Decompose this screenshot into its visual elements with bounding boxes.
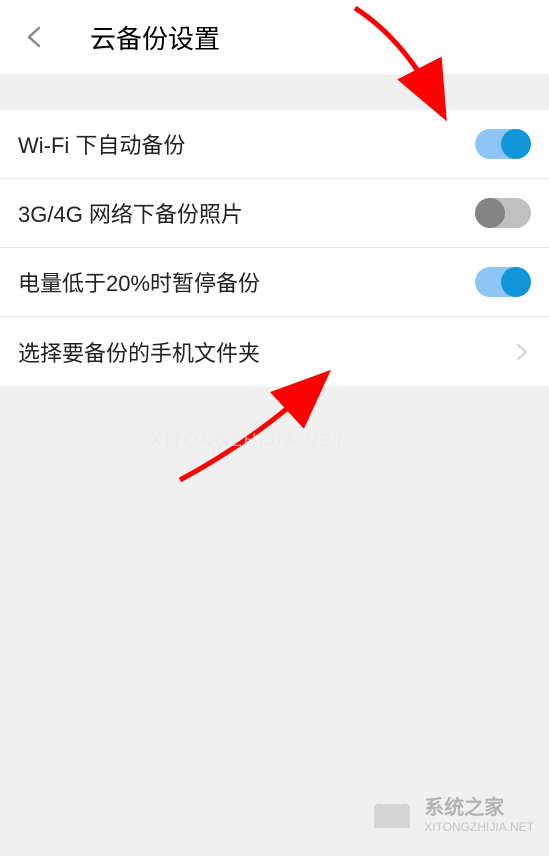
setting-label: Wi-Fi 下自动备份 xyxy=(18,128,185,160)
watermark-logo-icon xyxy=(368,788,416,836)
watermark-url: XITONGZHIJIA.NET xyxy=(424,820,534,834)
setting-label: 电量低于20%时暂停备份 xyxy=(18,266,260,298)
setting-select-folder[interactable]: 选择要备份的手机文件夹 xyxy=(0,317,549,386)
section-spacer xyxy=(0,74,549,110)
setting-label: 3G/4G 网络下备份照片 xyxy=(18,197,243,229)
chevron-right-icon xyxy=(513,343,531,361)
setting-low-battery[interactable]: 电量低于20%时暂停备份 xyxy=(0,248,549,317)
toggle-wifi-backup[interactable] xyxy=(475,129,531,159)
setting-3g4g-backup[interactable]: 3G/4G 网络下备份照片 xyxy=(0,179,549,248)
watermark-background: XITONGZHIJIA.NET xyxy=(150,430,347,451)
watermark: 系统之家 XITONGZHIJIA.NET xyxy=(368,788,534,836)
toggle-knob xyxy=(501,267,531,297)
watermark-title: 系统之家 xyxy=(424,791,534,820)
page-title: 云备份设置 xyxy=(90,19,220,56)
toggle-3g4g-backup[interactable] xyxy=(475,198,531,228)
watermark-text: 系统之家 XITONGZHIJIA.NET xyxy=(424,791,534,834)
toggle-knob xyxy=(475,198,505,228)
setting-wifi-backup[interactable]: Wi-Fi 下自动备份 xyxy=(0,110,549,179)
setting-label: 选择要备份的手机文件夹 xyxy=(18,336,260,368)
back-arrow-icon xyxy=(21,24,47,50)
toggle-knob xyxy=(501,129,531,159)
back-button[interactable] xyxy=(18,21,50,53)
header-bar: 云备份设置 xyxy=(0,0,549,74)
settings-list: Wi-Fi 下自动备份 3G/4G 网络下备份照片 电量低于20%时暂停备份 选… xyxy=(0,110,549,386)
toggle-low-battery[interactable] xyxy=(475,267,531,297)
